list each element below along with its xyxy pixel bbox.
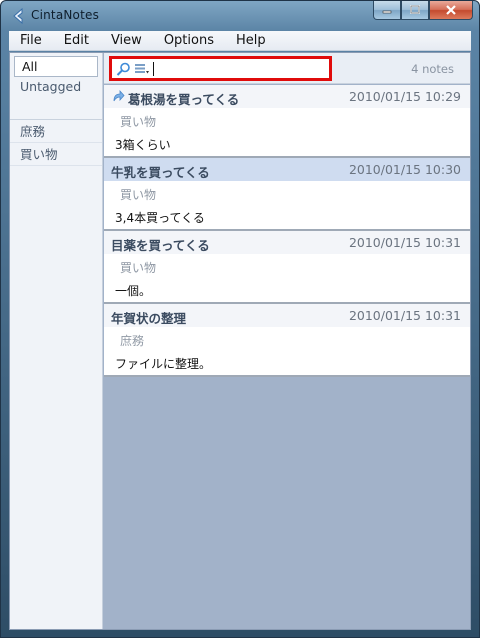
caption-buttons <box>373 1 473 21</box>
app-window: CintaNotes File Edit View Options Help A… <box>0 0 480 638</box>
menu-view[interactable]: View <box>100 31 153 51</box>
note-tag[interactable]: 買い物 <box>120 259 156 276</box>
menu-edit[interactable]: Edit <box>53 31 100 51</box>
title-bar[interactable]: CintaNotes <box>1 1 479 31</box>
window-title: CintaNotes <box>31 8 100 22</box>
menu-bar: File Edit View Options Help <box>9 31 471 51</box>
note-header: 目薬を買ってくる 2010/01/15 10:31 <box>104 231 470 254</box>
note-tag[interactable]: 買い物 <box>120 186 156 203</box>
search-toolbar: 4 notes <box>104 53 470 84</box>
maximize-button[interactable] <box>401 1 429 20</box>
menu-help[interactable]: Help <box>225 31 277 51</box>
search-box[interactable] <box>109 56 332 81</box>
note-title: 年賀状の整理 <box>111 311 187 326</box>
note-date: 2010/01/15 10:31 <box>348 308 461 323</box>
cintanotes-logo-icon <box>13 7 23 25</box>
note-date: 2010/01/15 10:31 <box>348 235 461 250</box>
note-item[interactable]: 牛乳を買ってくる 2010/01/15 10:30 買い物 3,4本買ってくる <box>104 158 470 231</box>
note-title: 目薬を買ってくる <box>111 238 210 253</box>
minimize-icon <box>382 10 392 14</box>
link-icon[interactable] <box>111 89 125 103</box>
note-item[interactable]: 葛根湯を買ってくる 2010/01/15 10:29 買い物 3箱くらい <box>104 85 470 158</box>
note-body: 一個。 <box>115 284 152 298</box>
note-title: 葛根湯を買ってくる <box>128 92 240 107</box>
note-header: 葛根湯を買ってくる 2010/01/15 10:29 <box>104 85 470 108</box>
note-count: 4 notes <box>411 62 454 76</box>
note-body: 3箱くらい <box>115 138 171 152</box>
tag-sidebar: All Untagged 庶務 買い物 <box>10 53 103 629</box>
sidebar-item-all[interactable]: All <box>14 56 98 77</box>
client-area: All Untagged 庶務 買い物 4 notes 葛根湯を買ってくる 20… <box>9 52 471 630</box>
note-item[interactable]: 目薬を買ってくる 2010/01/15 10:31 買い物 一個。 <box>104 231 470 304</box>
sidebar-item-shomu[interactable]: 庶務 <box>10 120 102 143</box>
note-item[interactable]: 年賀状の整理 2010/01/15 10:31 庶務 ファイルに整理。 <box>104 304 470 377</box>
close-button[interactable] <box>429 1 473 20</box>
sidebar-item-untagged[interactable]: Untagged <box>10 77 102 120</box>
note-header: 年賀状の整理 2010/01/15 10:31 <box>104 304 470 327</box>
notes-list: 葛根湯を買ってくる 2010/01/15 10:29 買い物 3箱くらい 牛乳を… <box>104 85 470 377</box>
note-title: 牛乳を買ってくる <box>111 165 210 180</box>
minimize-button[interactable] <box>373 1 401 20</box>
search-input[interactable] <box>152 61 324 77</box>
note-header: 牛乳を買ってくる 2010/01/15 10:30 <box>104 158 470 181</box>
search-scope-dropdown-icon[interactable] <box>134 63 150 75</box>
sidebar-item-kaimono[interactable]: 買い物 <box>10 143 102 166</box>
note-body: 3,4本買ってくる <box>115 211 205 225</box>
close-icon <box>446 5 456 15</box>
note-date: 2010/01/15 10:30 <box>348 162 461 177</box>
note-body: ファイルに整理。 <box>115 357 212 371</box>
text-cursor <box>153 62 154 76</box>
note-tag[interactable]: 庶務 <box>120 332 144 349</box>
menu-file[interactable]: File <box>9 31 53 51</box>
maximize-icon <box>410 5 420 14</box>
search-icon[interactable] <box>116 62 132 76</box>
note-date: 2010/01/15 10:29 <box>348 89 461 104</box>
menu-options[interactable]: Options <box>153 31 225 51</box>
note-tag[interactable]: 買い物 <box>120 113 156 130</box>
